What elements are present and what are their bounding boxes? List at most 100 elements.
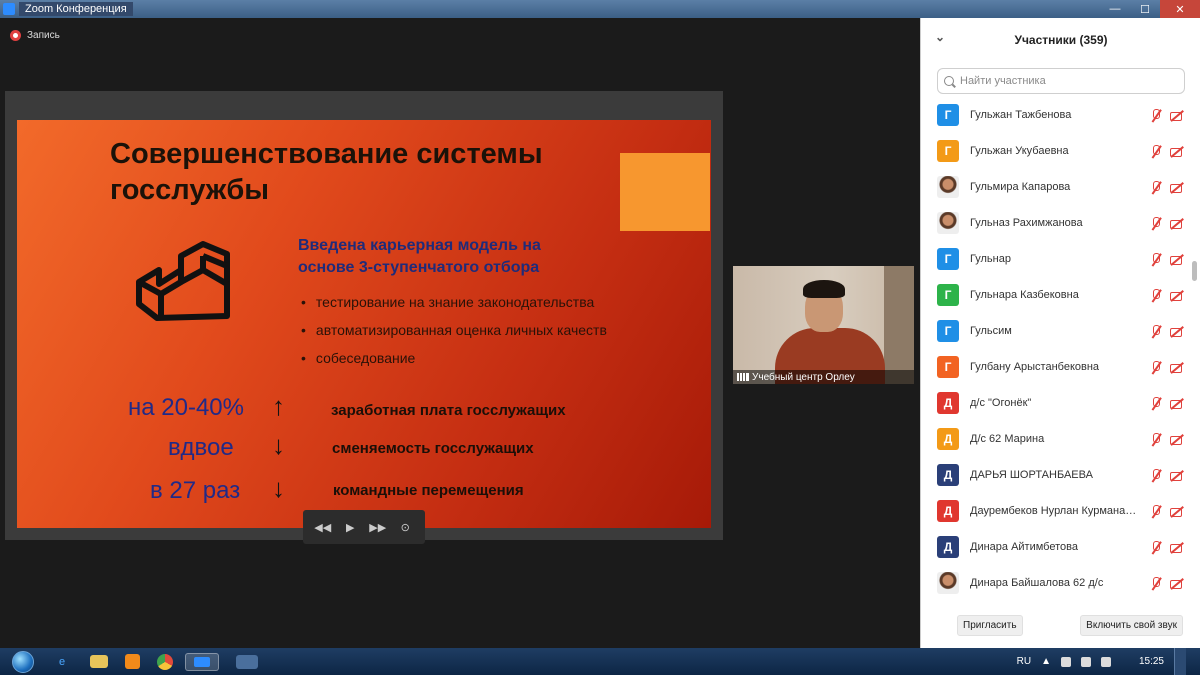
clock[interactable]: 15:25	[1139, 656, 1164, 667]
participant-list: Г Гульжан Тажбенова Г Гульжан Укубаевна Гуль…	[921, 97, 1191, 601]
camera-off-icon	[1170, 361, 1183, 374]
participant-status-icons	[1149, 396, 1183, 410]
volume-icon[interactable]	[1100, 656, 1111, 667]
avatar: Д	[937, 428, 959, 450]
participant-name: Гульмира Капарова	[970, 181, 1071, 193]
avatar: Г	[937, 284, 959, 306]
avatar	[937, 176, 959, 198]
participant-row[interactable]: Г Гульжан Укубаевна	[921, 133, 1191, 169]
participant-video-tile[interactable]: Учебный центр Орлеу	[733, 266, 914, 384]
participant-name: Гульнара Казбековна	[970, 289, 1079, 301]
avatar: Г	[937, 140, 959, 162]
participant-row[interactable]: Д Д/с 62 Марина	[921, 421, 1191, 457]
zoom-taskbar-icon[interactable]	[185, 652, 219, 671]
participant-name: Гулбану Арыстанбековна	[970, 361, 1100, 373]
stat-value: вдвое	[168, 434, 234, 461]
mic-muted-icon	[1149, 396, 1162, 410]
mic-muted-icon	[1149, 216, 1162, 230]
participant-name: Гульсим	[970, 325, 1012, 337]
participant-row[interactable]: Г Гульнар	[921, 241, 1191, 277]
participant-row[interactable]: Гульмира Капарова	[921, 169, 1191, 205]
bullet-item: тестирование на знание законодательства	[301, 288, 607, 316]
stat-value: в 27 раз	[150, 477, 241, 504]
participant-row[interactable]: Г Гульжан Тажбенова	[921, 97, 1191, 133]
flag-icon[interactable]	[1060, 656, 1071, 667]
slide-title-line: госслужбы	[110, 174, 270, 207]
language-indicator[interactable]: RU	[1017, 656, 1031, 667]
participant-row[interactable]: Г Гульсим	[921, 313, 1191, 349]
participant-row[interactable]: Г Гулбану Арыстанбековна	[921, 349, 1191, 385]
windows-taskbar: e RU ▲ 15:25	[0, 648, 1200, 675]
camera-off-icon	[1170, 469, 1183, 482]
participant-name: Динара Байшалова 62 д/с	[970, 577, 1104, 589]
file-explorer-icon[interactable]	[90, 655, 108, 668]
participant-name: Гульжан Укубаевна	[970, 145, 1069, 157]
mic-muted-icon	[1149, 504, 1162, 518]
close-button[interactable]: ✕	[1160, 0, 1200, 18]
presentation-taskbar-icon[interactable]	[236, 654, 258, 669]
participant-name: д/с "Огонёк"	[970, 397, 1032, 409]
participant-row[interactable]: Г Гульнара Казбековна	[921, 277, 1191, 313]
avatar: Д	[937, 536, 959, 558]
slide-title: Совершенствование системы госслужбы	[110, 136, 590, 209]
participant-row[interactable]: Дд/с "Огонёк"	[921, 385, 1191, 421]
participants-footer: Пригласить Включить свой звук	[921, 610, 1200, 640]
video-person-hair	[803, 280, 845, 298]
participant-row[interactable]: Д ДАРЬЯ ШОРТАНБАЕВА	[921, 457, 1191, 493]
participant-status-icons	[1149, 576, 1183, 590]
avatar: Д	[937, 464, 959, 486]
rewind-button[interactable]: ◀◀	[313, 521, 333, 534]
arrow-down-icon: ↓	[272, 473, 285, 503]
participant-list-scrollbar[interactable]	[1192, 261, 1197, 281]
slide-bullets: тестирование на знание законодательства …	[301, 288, 607, 372]
participants-title: Участники (359)	[1014, 33, 1108, 47]
show-desktop-button[interactable]	[1174, 648, 1186, 675]
recording-indicator[interactable]: Запись	[10, 30, 60, 41]
participant-status-icons	[1149, 180, 1183, 194]
fast-forward-button[interactable]: ▶▶	[368, 521, 388, 534]
subhead-line: Введена карьерная модель на	[298, 237, 541, 254]
start-button[interactable]	[12, 650, 34, 673]
participant-name: Гульжан Тажбенова	[970, 109, 1072, 121]
participant-status-icons	[1149, 360, 1183, 374]
avatar: Г	[937, 320, 959, 342]
ie-browser-icon[interactable]: e	[51, 653, 73, 671]
decorative-square	[620, 153, 710, 231]
media-player-icon[interactable]	[125, 654, 140, 669]
unmute-self-button[interactable]: Включить свой звук	[1080, 614, 1183, 636]
participant-status-icons	[1149, 324, 1183, 338]
chevron-down-icon[interactable]: ⌄	[935, 30, 945, 44]
mic-muted-icon	[1149, 540, 1162, 554]
mic-muted-icon	[1149, 108, 1162, 122]
chrome-icon[interactable]	[157, 653, 173, 670]
avatar: Д	[937, 392, 959, 414]
participant-status-icons	[1149, 504, 1183, 518]
maximize-button[interactable]: ☐	[1130, 0, 1160, 18]
settings-icon[interactable]: ⊙	[395, 521, 415, 534]
screen: Zoom Конференция — ☐ ✕ Запись Совершенст…	[0, 0, 1200, 675]
camera-off-icon	[1170, 541, 1183, 554]
participant-row[interactable]: Д Динара Айтимбетова	[921, 529, 1191, 565]
participants-header: ⌄ Участники (359)	[921, 18, 1200, 62]
mic-muted-icon	[1149, 144, 1162, 158]
tray-expand-icon[interactable]: ▲	[1041, 656, 1051, 667]
camera-off-icon	[1170, 505, 1183, 518]
participant-name: Д/с 62 Марина	[970, 433, 1045, 445]
participant-status-icons	[1149, 288, 1183, 302]
participant-name: Гульназ Рахимжанова	[970, 217, 1083, 229]
invite-button[interactable]: Пригласить	[957, 614, 1023, 636]
participant-search-input[interactable]: Найти участника	[937, 68, 1185, 94]
stat-value: на 20-40%	[128, 394, 244, 421]
network-icon[interactable]	[1080, 656, 1091, 667]
play-button[interactable]: ▶	[340, 521, 360, 534]
mic-muted-icon	[1149, 432, 1162, 446]
participant-row[interactable]: Д Даурембеков Нурлан Курманалиевич	[921, 493, 1191, 529]
slide-title-line: Совершенствование системы	[110, 138, 543, 170]
signal-icon	[737, 373, 749, 381]
participant-row[interactable]: Динара Байшалова 62 д/с	[921, 565, 1191, 601]
participant-row[interactable]: Гульназ Рахимжанова	[921, 205, 1191, 241]
camera-off-icon	[1170, 145, 1183, 158]
video-background	[884, 266, 914, 384]
avatar	[937, 572, 959, 594]
minimize-button[interactable]: —	[1100, 0, 1130, 18]
